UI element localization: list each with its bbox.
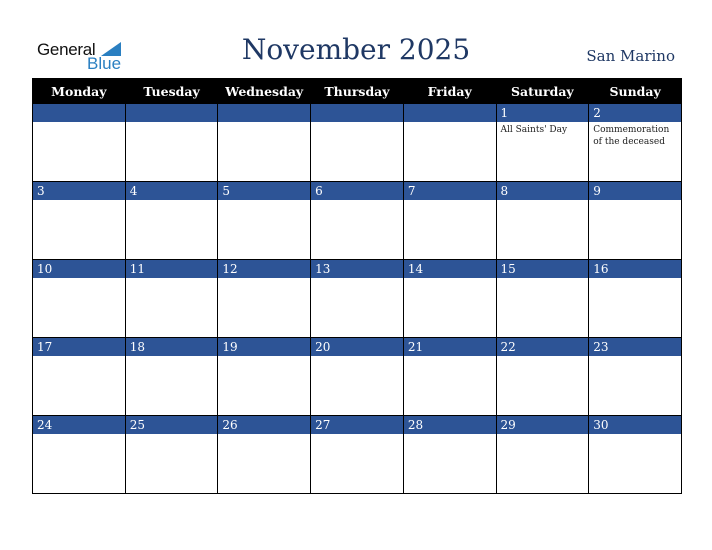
day-number: 16 — [589, 260, 681, 278]
day-number: 1 — [496, 104, 589, 122]
day-cell[interactable] — [217, 103, 312, 182]
day-cell[interactable]: 9 — [588, 181, 682, 260]
day-cell[interactable]: 2 Commemoration of the deceased — [588, 103, 682, 182]
day-number: 2 — [589, 104, 681, 122]
day-cell[interactable]: 20 — [310, 337, 404, 416]
day-number: 4 — [125, 182, 218, 200]
week-row: 1 All Saints' Day 2 Commemoration of the de… — [32, 103, 682, 182]
day-cell[interactable] — [32, 103, 126, 182]
weekday-header: Thursday — [310, 78, 404, 104]
day-number: 6 — [311, 182, 403, 200]
day-number: 21 — [403, 338, 496, 356]
day-cell[interactable]: 29 — [495, 415, 590, 494]
day-cell[interactable]: 1 All Saints' Day — [495, 103, 590, 182]
day-number: 11 — [125, 260, 218, 278]
day-number: 12 — [218, 260, 311, 278]
week-row: 17 18 19 20 21 22 23 — [32, 337, 682, 416]
week-row: 24 25 26 27 28 29 30 — [32, 415, 682, 494]
day-number: 9 — [589, 182, 681, 200]
day-number — [33, 104, 125, 122]
day-number — [125, 104, 218, 122]
day-cell[interactable]: 13 — [310, 259, 404, 338]
day-number: 5 — [218, 182, 311, 200]
day-cell[interactable]: 14 — [402, 259, 497, 338]
day-number: 15 — [496, 260, 589, 278]
day-number: 23 — [589, 338, 681, 356]
day-number: 14 — [403, 260, 496, 278]
day-cell[interactable]: 21 — [402, 337, 497, 416]
day-cell[interactable]: 3 — [32, 181, 126, 260]
weekday-header: Monday — [32, 78, 126, 104]
day-cell[interactable]: 15 — [495, 259, 590, 338]
day-cell[interactable]: 27 — [310, 415, 404, 494]
week-row: 10 11 12 13 14 15 16 — [32, 259, 682, 338]
day-number: 29 — [496, 416, 589, 434]
weekday-header: Saturday — [495, 78, 590, 104]
day-number: 7 — [403, 182, 496, 200]
day-cell[interactable]: 23 — [588, 337, 682, 416]
day-cell[interactable]: 26 — [217, 415, 312, 494]
day-cell[interactable]: 25 — [124, 415, 219, 494]
weekday-header: Sunday — [588, 78, 682, 104]
day-cell[interactable] — [124, 103, 219, 182]
day-cell[interactable]: 11 — [124, 259, 219, 338]
day-number: 17 — [33, 338, 125, 356]
day-number: 27 — [311, 416, 403, 434]
weekday-header: Friday — [402, 78, 497, 104]
day-cell[interactable]: 5 — [217, 181, 312, 260]
day-number: 30 — [589, 416, 681, 434]
day-cell[interactable]: 6 — [310, 181, 404, 260]
day-number: 26 — [218, 416, 311, 434]
holiday-label: Commemoration of the deceased — [593, 125, 670, 147]
day-cell[interactable]: 30 — [588, 415, 682, 494]
day-number: 28 — [403, 416, 496, 434]
weekday-header: Wednesday — [217, 78, 312, 104]
day-number: 8 — [496, 182, 589, 200]
day-cell[interactable] — [402, 103, 497, 182]
day-cell[interactable]: 19 — [217, 337, 312, 416]
day-cell[interactable]: 28 — [402, 415, 497, 494]
day-cell[interactable]: 17 — [32, 337, 126, 416]
day-number: 19 — [218, 338, 311, 356]
day-number: 13 — [311, 260, 403, 278]
day-number — [311, 104, 403, 122]
weekday-header: Tuesday — [124, 78, 219, 104]
country-label: San Marino — [586, 47, 675, 65]
day-cell[interactable] — [310, 103, 404, 182]
day-cell[interactable]: 12 — [217, 259, 312, 338]
day-number — [218, 104, 311, 122]
day-cell[interactable]: 18 — [124, 337, 219, 416]
day-number: 10 — [33, 260, 125, 278]
day-cell[interactable]: 8 — [495, 181, 590, 260]
day-cell[interactable]: 16 — [588, 259, 682, 338]
day-number: 24 — [33, 416, 125, 434]
weekday-header-row: Monday Tuesday Wednesday Thursday Friday… — [32, 78, 682, 104]
day-number: 20 — [311, 338, 403, 356]
calendar-grid: Monday Tuesday Wednesday Thursday Friday… — [32, 78, 682, 494]
day-cell[interactable]: 24 — [32, 415, 126, 494]
day-number: 3 — [33, 182, 125, 200]
day-cell[interactable]: 7 — [402, 181, 497, 260]
day-cell[interactable]: 10 — [32, 259, 126, 338]
day-cell[interactable]: 22 — [495, 337, 590, 416]
day-number: 25 — [125, 416, 218, 434]
day-number: 22 — [496, 338, 589, 356]
day-number: 18 — [125, 338, 218, 356]
holiday-label: All Saints' Day — [500, 125, 568, 135]
day-cell[interactable]: 4 — [124, 181, 219, 260]
week-row: 3456789 — [32, 181, 682, 260]
day-number — [403, 104, 496, 122]
